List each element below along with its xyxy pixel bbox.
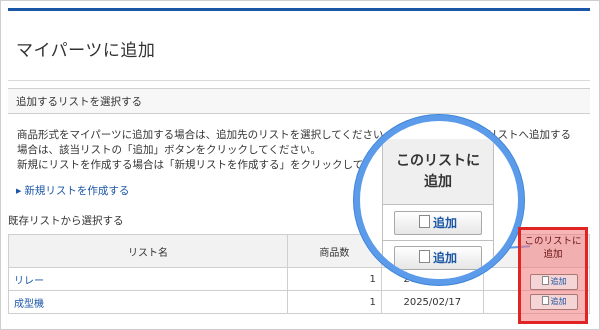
table-row: 成型機 1 2025/02/17 [8,290,591,314]
document-icon [418,250,430,263]
create-new-list-link[interactable]: ▶ 新規リストを作成する [16,183,129,198]
header-accent-bar [8,8,590,11]
zoomed-action-column: このリストに 追加 追加 追加 [382,139,494,279]
existing-list-label: 既存リストから選択する [8,215,124,227]
document-icon [418,215,430,228]
document-icon [541,276,549,285]
divider [8,80,590,81]
item-count: 1 [287,290,382,314]
add-column-header: このリストに 追加 [524,236,582,260]
zoomed-add-button[interactable]: 追加 [394,211,482,235]
list-name-link[interactable]: 成型機 [8,290,288,314]
description-line-2: 場合は、該当リストの「追加」ボタンをクリックしてください。 [17,144,321,156]
add-button-row-1[interactable]: 追加 [530,274,578,290]
updated-date: 2025/02/17 [380,290,484,314]
section-header: 追加するリストを選択する [8,88,590,114]
zoomed-add-button[interactable]: 追加 [394,246,482,270]
column-header-list-name: リスト名 [8,234,288,268]
magnifier-callout: このリストに 追加 追加 追加 [354,115,524,285]
add-button-row-2[interactable]: 追加 [530,294,578,310]
page-title: マイパーツに追加 [16,41,156,61]
document-icon [541,296,549,305]
highlighted-add-column: このリストに 追加 追加 追加 [518,227,588,324]
triangle-right-icon: ▶ [16,187,22,195]
list-name-link[interactable]: リレー [8,267,288,291]
zoomed-column-header: このリストに 追加 [383,139,493,205]
description-line-3: 新規にリストを作成する場合は「新規リストを作成する」をクリックしてく [17,159,374,171]
section-title: 追加するリストを選択する [16,96,142,108]
